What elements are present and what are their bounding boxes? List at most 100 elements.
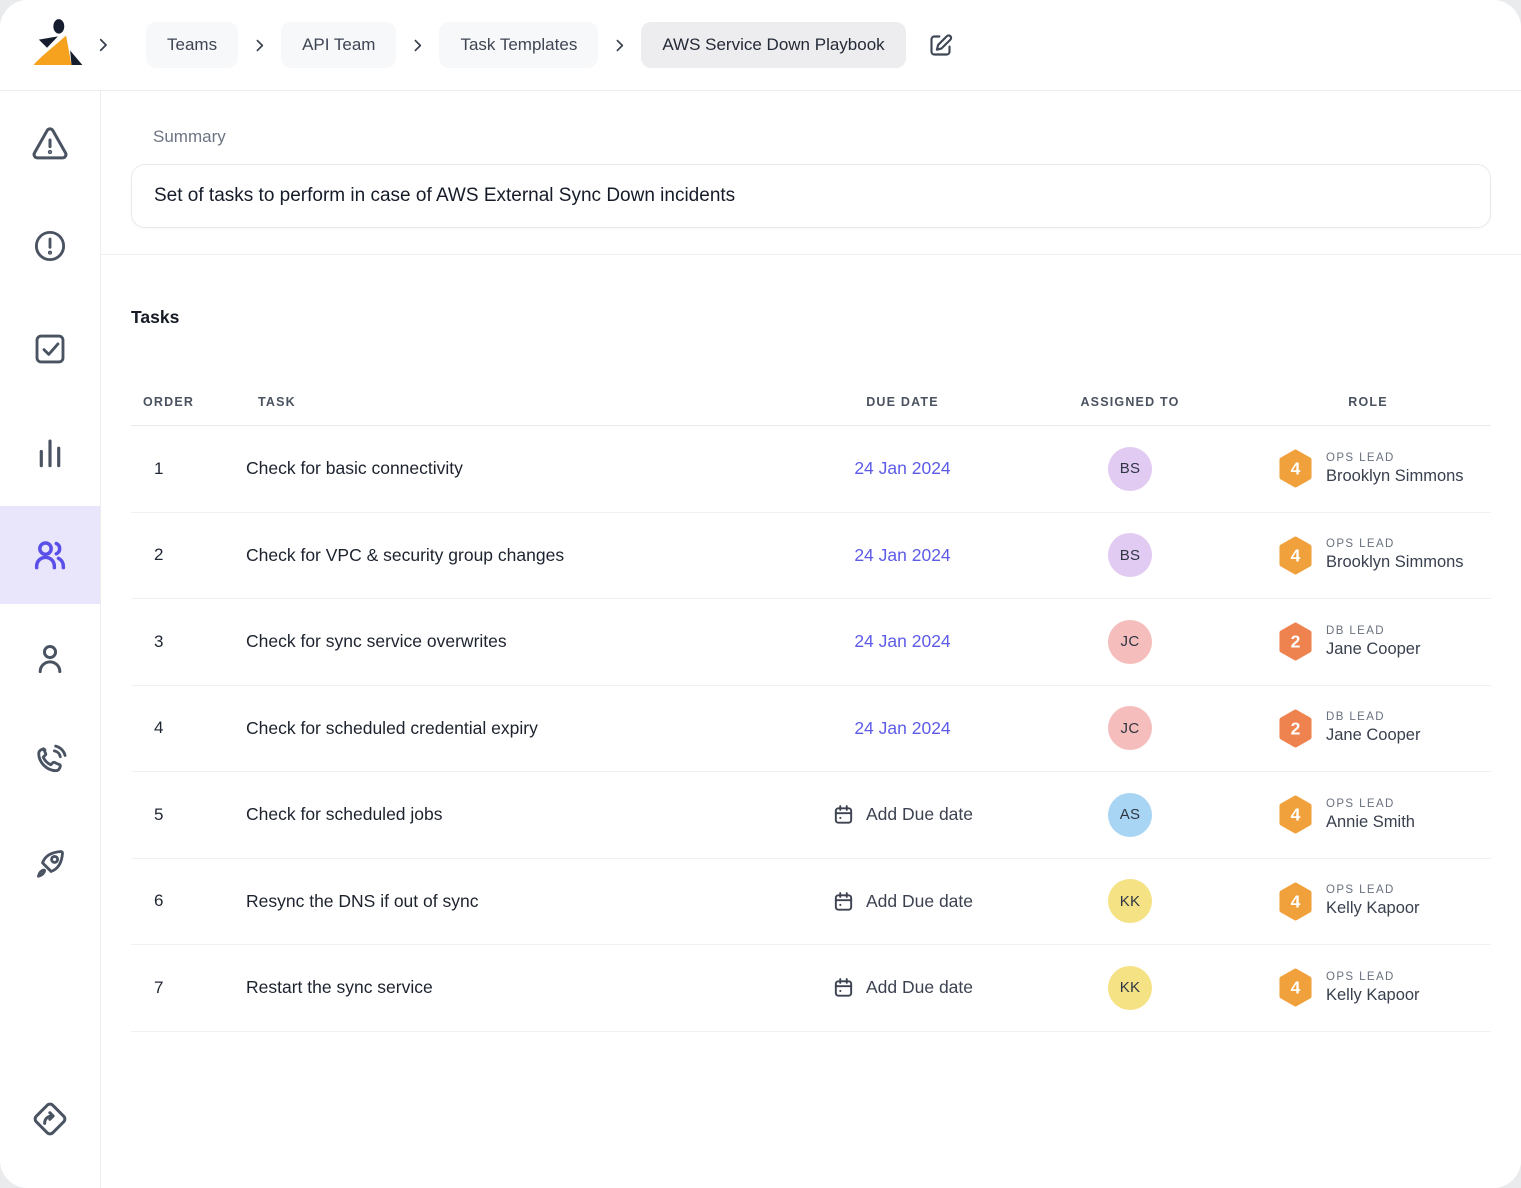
add-due-date-button[interactable]: Add Due date [832, 890, 973, 913]
bar-chart-icon [31, 434, 69, 472]
task-label: Check for sync service overwrites [246, 631, 790, 652]
task-row[interactable]: 2 Check for VPC & security group changes… [131, 513, 1491, 600]
role-badge-number: 4 [1291, 978, 1301, 998]
task-order: 5 [131, 805, 246, 825]
role-cell[interactable]: 4 OPS LEAD Annie Smith [1245, 795, 1491, 834]
assignee-avatar[interactable]: BS [1108, 533, 1152, 577]
role-cell[interactable]: 4 OPS LEAD Kelly Kapoor [1245, 968, 1491, 1007]
chevron-right-icon [251, 37, 268, 54]
column-header-assigned-to: Assigned to [1015, 395, 1245, 409]
task-row[interactable]: 5 Check for scheduled jobs Add Due date … [131, 772, 1491, 859]
task-label: Restart the sync service [246, 977, 790, 998]
assignee-initials: BS [1120, 460, 1141, 477]
summary-label: Summary [131, 127, 1491, 147]
sidebar-item-incidents[interactable] [0, 197, 100, 295]
add-due-date-label: Add Due date [866, 977, 973, 998]
assignee-initials: KK [1120, 893, 1141, 910]
role-cell[interactable]: 4 OPS LEAD Brooklyn Simmons [1245, 536, 1491, 575]
role-member-name: Jane Cooper [1326, 640, 1420, 659]
sidebar-item-analytics[interactable] [0, 404, 100, 502]
role-cell[interactable]: 4 OPS LEAD Kelly Kapoor [1245, 882, 1491, 921]
add-due-date-button[interactable]: Add Due date [832, 976, 973, 999]
breadcrumb-item[interactable]: Teams [146, 22, 238, 68]
top-bar: Teams API Team Task Templates AWS Service D… [0, 0, 1521, 91]
due-date-value[interactable]: 24 Jan 2024 [854, 631, 950, 652]
assignee-initials: AS [1120, 806, 1141, 823]
main-content: Summary Tasks Order Task Due date Assign… [101, 91, 1521, 1188]
brand-logo-icon[interactable] [28, 16, 86, 74]
task-table-body: 1 Check for basic connectivity 24 Jan 20… [131, 426, 1491, 1032]
task-order: 2 [131, 545, 246, 565]
role-cell[interactable]: 2 DB LEAD Jane Cooper [1245, 622, 1491, 661]
diamond-arrow-redirect-icon [30, 1099, 70, 1139]
assignee-avatar[interactable]: AS [1108, 793, 1152, 837]
chevron-right-icon [409, 37, 426, 54]
sidebar-item-redirect[interactable] [0, 1070, 100, 1168]
due-date-value[interactable]: 24 Jan 2024 [854, 545, 950, 566]
column-header-task: Task [246, 395, 790, 409]
role-badge-hexagon: 4 [1278, 449, 1313, 488]
warning-triangle-icon [30, 124, 70, 164]
column-header-order: Order [131, 395, 246, 409]
task-order: 3 [131, 632, 246, 652]
role-badge-hexagon: 4 [1278, 795, 1313, 834]
task-label: Check for VPC & security group changes [246, 545, 790, 566]
role-badge-hexagon: 4 [1278, 882, 1313, 921]
assignee-avatar[interactable]: BS [1108, 447, 1152, 491]
task-row[interactable]: 6 Resync the DNS if out of sync Add Due … [131, 859, 1491, 946]
tasks-section: Tasks Order Task Due date Assigned to Ro… [101, 255, 1521, 1032]
calendar-icon [832, 803, 855, 826]
breadcrumb-item[interactable]: Task Templates [439, 22, 598, 68]
sidebar-item-launch[interactable] [0, 815, 100, 913]
task-order: 7 [131, 978, 246, 998]
assignee-avatar[interactable]: JC [1108, 620, 1152, 664]
role-badge-hexagon: 2 [1278, 622, 1313, 661]
role-badge-number: 4 [1291, 805, 1301, 825]
alert-circle-icon [31, 227, 69, 265]
person-icon [31, 640, 69, 678]
sidebar-item-tasks[interactable] [0, 300, 100, 398]
role-title: DB LEAD [1326, 625, 1420, 637]
summary-input[interactable] [131, 164, 1491, 228]
task-row[interactable]: 7 Restart the sync service Add Due date … [131, 945, 1491, 1032]
summary-section: Summary [101, 91, 1521, 255]
breadcrumb-item[interactable]: AWS Service Down Playbook [641, 22, 905, 68]
role-badge-hexagon: 4 [1278, 536, 1313, 575]
role-badge-number: 2 [1291, 718, 1301, 738]
task-row[interactable]: 3 Check for sync service overwrites 24 J… [131, 599, 1491, 686]
tasks-title: Tasks [131, 255, 1491, 328]
task-row[interactable]: 4 Check for scheduled credential expiry … [131, 686, 1491, 773]
edit-playbook-button[interactable] [927, 32, 954, 59]
sidebar-item-teams[interactable] [0, 506, 100, 604]
task-order: 6 [131, 891, 246, 911]
task-order: 1 [131, 459, 246, 479]
task-label: Check for basic connectivity [246, 458, 790, 479]
sidebar-item-alerts[interactable] [0, 95, 100, 193]
task-row[interactable]: 1 Check for basic connectivity 24 Jan 20… [131, 426, 1491, 513]
breadcrumb-item[interactable]: API Team [281, 22, 396, 68]
assignee-avatar[interactable]: KK [1108, 966, 1152, 1010]
rocket-icon [31, 845, 69, 883]
role-member-name: Kelly Kapoor [1326, 899, 1420, 918]
task-label: Check for scheduled credential expiry [246, 718, 790, 739]
sidebar-item-call-routing[interactable] [0, 712, 100, 810]
role-member-name: Kelly Kapoor [1326, 986, 1420, 1005]
add-due-date-button[interactable]: Add Due date [832, 803, 973, 826]
add-due-date-label: Add Due date [866, 891, 973, 912]
role-cell[interactable]: 4 OPS LEAD Brooklyn Simmons [1245, 449, 1491, 488]
role-member-name: Brooklyn Simmons [1326, 553, 1464, 572]
people-group-icon [30, 535, 70, 575]
task-label: Resync the DNS if out of sync [246, 891, 790, 912]
assignee-avatar[interactable]: KK [1108, 879, 1152, 923]
role-title: OPS LEAD [1326, 971, 1420, 983]
sidebar-item-profile[interactable] [0, 610, 100, 708]
due-date-value[interactable]: 24 Jan 2024 [854, 458, 950, 479]
role-badge-number: 4 [1291, 545, 1301, 565]
checkbox-check-icon [31, 330, 69, 368]
role-member-name: Annie Smith [1326, 813, 1415, 832]
role-cell[interactable]: 2 DB LEAD Jane Cooper [1245, 709, 1491, 748]
due-date-value[interactable]: 24 Jan 2024 [854, 718, 950, 739]
role-title: DB LEAD [1326, 711, 1420, 723]
assignee-avatar[interactable]: JC [1108, 706, 1152, 750]
task-table-header: Order Task Due date Assigned to Role [131, 378, 1491, 426]
